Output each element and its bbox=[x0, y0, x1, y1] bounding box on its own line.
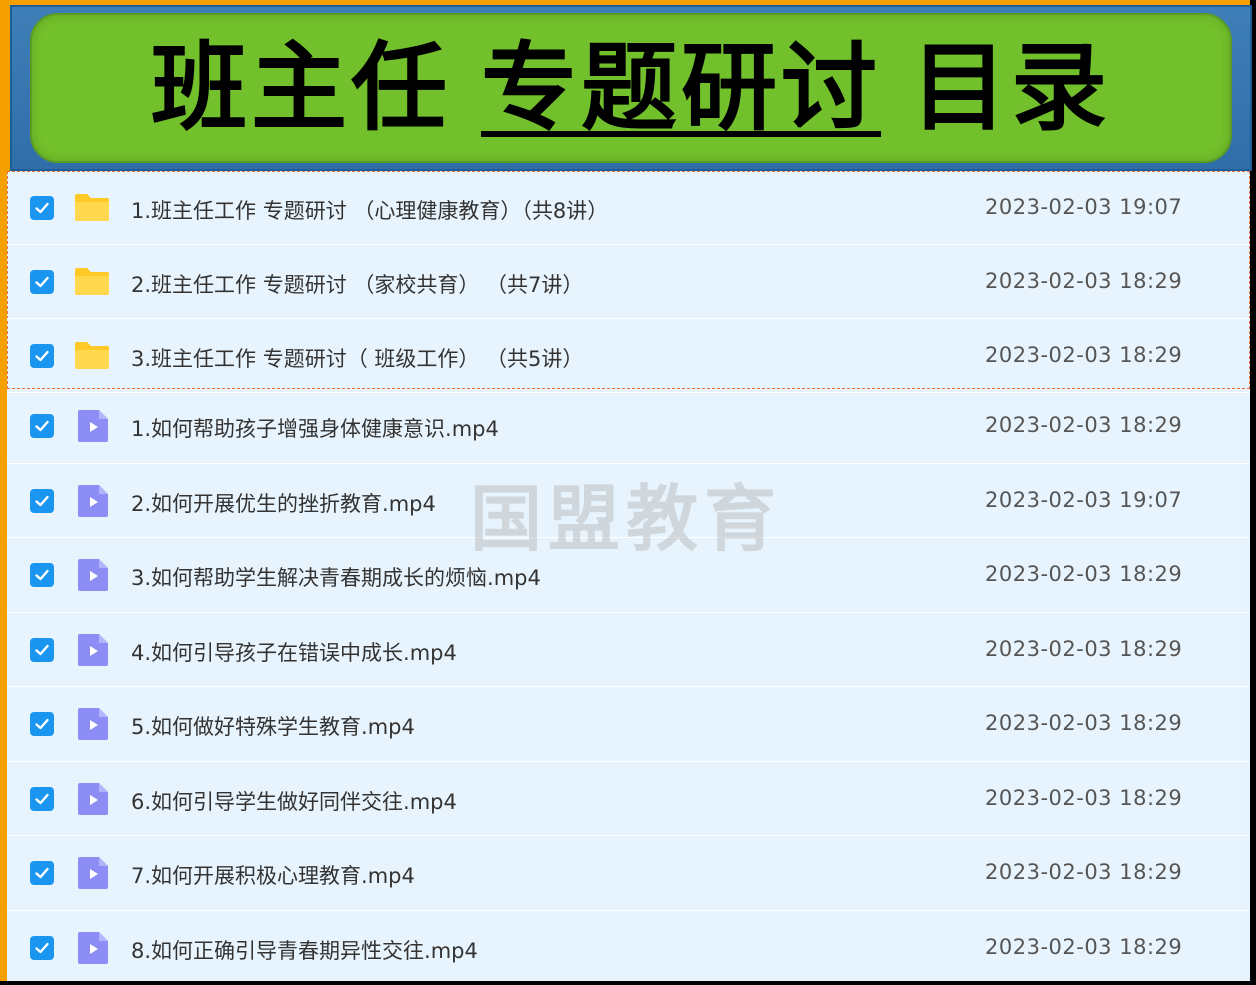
watermark: 国盟教育 bbox=[470, 477, 783, 561]
row-checkbox[interactable] bbox=[30, 563, 54, 588]
file-name[interactable]: 8.如何正确引导青春期异性交往.mp4 bbox=[131, 935, 478, 965]
row-checkbox[interactable] bbox=[30, 935, 54, 960]
row-checkbox[interactable] bbox=[30, 488, 54, 513]
folder-name[interactable]: 2.班主任工作 专题研讨 （家校共育） （共7讲） bbox=[131, 269, 583, 299]
folder-row[interactable]: 3.班主任工作 专题研讨（ 班级工作） （共5讲） 2023-02-03 18:2… bbox=[7, 319, 1250, 393]
folder-row[interactable]: 1.班主任工作 专题研讨 （心理健康教育）（共8讲） 2023-02-03 19:… bbox=[7, 171, 1250, 245]
modified-date: 2023-02-03 18:29 bbox=[985, 711, 1183, 736]
checkmark-icon bbox=[35, 350, 49, 362]
checkmark-icon bbox=[35, 276, 49, 288]
modified-date: 2023-02-03 18:29 bbox=[985, 562, 1183, 587]
file-name[interactable]: 4.如何引导孩子在错误中成长.mp4 bbox=[131, 637, 457, 667]
modified-date: 2023-02-03 18:29 bbox=[985, 413, 1183, 438]
modified-date: 2023-02-03 18:29 bbox=[985, 636, 1183, 661]
header-banner: 班主任 专题研讨 目录 bbox=[10, 5, 1252, 171]
folder-icon bbox=[73, 340, 111, 370]
video-file-icon bbox=[77, 856, 109, 890]
folder-icon bbox=[73, 266, 111, 296]
video-file-icon bbox=[77, 782, 109, 816]
banner-title-part3: 目录 bbox=[911, 32, 1111, 144]
banner-panel: 班主任 专题研讨 目录 bbox=[30, 13, 1232, 163]
file-row[interactable]: 6.如何引导学生做好同伴交往.mp4 2023-02-03 18:29 bbox=[7, 762, 1250, 836]
checkmark-icon bbox=[35, 793, 49, 804]
file-list: 1.班主任工作 专题研讨 （心理健康教育）（共8讲） 2023-02-03 19:… bbox=[7, 171, 1250, 985]
file-row[interactable]: 1.如何帮助孩子增强身体健康意识.mp4 2023-02-03 18:29 bbox=[7, 389, 1250, 464]
file-name[interactable]: 2.如何开展优生的挫折教育.mp4 bbox=[131, 488, 436, 518]
modified-date: 2023-02-03 19:07 bbox=[985, 195, 1183, 219]
checkmark-icon bbox=[35, 570, 49, 581]
checkmark-icon bbox=[35, 421, 49, 432]
modified-date: 2023-02-03 18:29 bbox=[985, 934, 1183, 959]
row-checkbox[interactable] bbox=[30, 344, 54, 368]
banner-title: 班主任 专题研讨 目录 bbox=[151, 40, 1111, 136]
modified-date: 2023-02-03 19:07 bbox=[985, 487, 1183, 512]
checkmark-icon bbox=[35, 202, 49, 214]
video-file-icon bbox=[77, 633, 109, 667]
folder-name[interactable]: 1.班主任工作 专题研讨 （心理健康教育）（共8讲） bbox=[131, 195, 608, 225]
file-name[interactable]: 5.如何做好特殊学生教育.mp4 bbox=[131, 711, 415, 741]
checkmark-icon bbox=[35, 495, 49, 506]
video-file-icon bbox=[77, 931, 109, 965]
checkmark-icon bbox=[35, 644, 49, 655]
modified-date: 2023-02-03 18:29 bbox=[985, 785, 1183, 810]
video-file-icon bbox=[77, 707, 109, 741]
checkmark-icon bbox=[35, 719, 49, 730]
file-row[interactable]: 4.如何引导孩子在错误中成长.mp4 2023-02-03 18:29 bbox=[7, 613, 1250, 687]
row-checkbox[interactable] bbox=[30, 637, 54, 662]
modified-date: 2023-02-03 18:29 bbox=[985, 860, 1183, 885]
row-checkbox[interactable] bbox=[30, 196, 54, 220]
row-checkbox[interactable] bbox=[30, 414, 54, 439]
modified-date: 2023-02-03 18:29 bbox=[985, 269, 1183, 293]
file-name[interactable]: 1.如何帮助孩子增强身体健康意识.mp4 bbox=[131, 413, 499, 443]
file-name[interactable]: 3.如何帮助学生解决青春期成长的烦恼.mp4 bbox=[131, 562, 541, 592]
video-file-icon bbox=[77, 484, 109, 518]
row-checkbox[interactable] bbox=[30, 712, 54, 737]
file-row[interactable]: 8.如何正确引导青春期异性交往.mp4 2023-02-03 18:29 bbox=[7, 911, 1250, 985]
file-row[interactable]: 5.如何做好特殊学生教育.mp4 2023-02-03 18:29 bbox=[7, 687, 1250, 762]
file-name[interactable]: 6.如何引导学生做好同伴交往.mp4 bbox=[131, 786, 457, 816]
banner-title-part2: 专题研讨 bbox=[481, 32, 881, 144]
row-checkbox[interactable] bbox=[30, 861, 54, 886]
folder-row[interactable]: 2.班主任工作 专题研讨 （家校共育） （共7讲） 2023-02-03 18:2… bbox=[7, 245, 1250, 319]
video-file-icon bbox=[77, 558, 109, 592]
checkmark-icon bbox=[35, 868, 49, 879]
folder-icon bbox=[73, 192, 111, 222]
file-name[interactable]: 7.如何开展积极心理教育.mp4 bbox=[131, 860, 415, 890]
file-row[interactable]: 7.如何开展积极心理教育.mp4 2023-02-03 18:29 bbox=[7, 836, 1250, 911]
banner-title-part1: 班主任 bbox=[151, 32, 451, 144]
checkmark-icon bbox=[35, 942, 49, 953]
modified-date: 2023-02-03 18:29 bbox=[985, 343, 1183, 367]
row-checkbox[interactable] bbox=[30, 786, 54, 811]
row-checkbox[interactable] bbox=[30, 270, 54, 294]
frame-edge-bottom bbox=[0, 981, 1256, 985]
folder-name[interactable]: 3.班主任工作 专题研讨（ 班级工作） （共5讲） bbox=[131, 343, 583, 373]
video-file-icon bbox=[77, 409, 109, 443]
